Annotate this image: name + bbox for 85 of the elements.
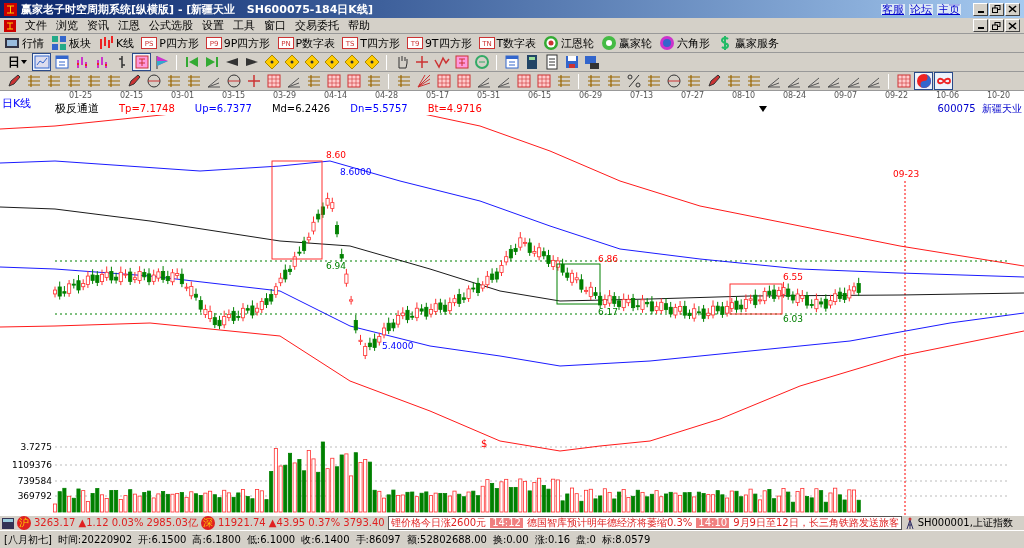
date-label: 03-29 <box>272 91 297 101</box>
menu-item[interactable]: 文件 <box>25 20 47 31</box>
axis-label: 3.7275 <box>20 442 52 452</box>
price-label: 5.4000 <box>382 341 414 351</box>
price-label: 8.60 <box>326 150 347 160</box>
header-link[interactable]: 论坛 <box>909 3 933 15</box>
date-label: 02-15 <box>119 91 144 101</box>
price-label: 6.03 <box>783 314 804 324</box>
indicator-name: 极反通道 <box>55 103 99 114</box>
axis-label: 1109376 <box>11 460 52 470</box>
price-label: $ <box>481 438 488 449</box>
date-label: 09-22 <box>884 91 909 101</box>
date-label: 10-20 <box>986 91 1011 101</box>
menu-item[interactable]: 江恩 <box>118 20 140 31</box>
market-badge: 深 <box>200 516 215 530</box>
indicator-value: Bt=4.9716 <box>427 103 482 114</box>
status-field: 涨:0.16 <box>534 534 571 545</box>
price-label: 6.86 <box>598 254 619 264</box>
date-label: 05-31 <box>476 91 501 101</box>
date-label: 01-25 <box>68 91 93 101</box>
index-name: SH000001,上证指数 <box>917 518 1013 528</box>
status-field: 高:6.1800 <box>192 534 241 545</box>
toolbar-button[interactable]: 赢家轮 <box>601 35 653 51</box>
date-label: 07-27 <box>680 91 705 101</box>
status-field: 时间:20220902 <box>57 534 133 545</box>
window-title: 赢家老子时空周期系统[纵横版] - [新疆天业 SH600075-184日K线] <box>21 3 373 15</box>
status-field: [八月初七] <box>4 534 52 545</box>
status-field: 盘:0 <box>576 534 596 545</box>
menu-item[interactable]: 资讯 <box>87 20 109 31</box>
axis-label: 739584 <box>17 476 52 486</box>
date-label: 04-14 <box>323 91 348 101</box>
news-headline[interactable]: 德国智库预计明年德经济将萎缩0.3% <box>526 517 693 529</box>
date-label: 10-06 <box>935 91 960 101</box>
news-headline[interactable]: 锂价格今日涨2600元 <box>390 517 487 529</box>
status-field: 手:86097 <box>355 534 401 545</box>
date-label: 08-10 <box>731 91 756 101</box>
axis-label: 369792 <box>17 491 52 501</box>
status-field: 开:6.1500 <box>138 534 187 545</box>
date-label: 04-28 <box>374 91 399 101</box>
indicator-value: Dn=5.5757 <box>350 103 408 114</box>
indicator-value: Tp=7.1748 <box>119 103 175 114</box>
date-label: 06-29 <box>578 91 603 101</box>
index-quote: 3263.17 ▲1.12 0.03% 2985.03亿 <box>34 516 198 530</box>
toolbar-button[interactable]: K线 <box>98 35 135 51</box>
price-label: 8.6000 <box>340 167 372 177</box>
price-label: 6.55 <box>783 272 804 282</box>
menu-item[interactable]: 浏览 <box>56 20 78 31</box>
menu-item[interactable]: 工具 <box>233 20 255 31</box>
date-label: 05-17 <box>425 91 450 101</box>
toolbar-button[interactable]: 赢家服务 <box>717 35 780 51</box>
date-label: 03-15 <box>221 91 246 101</box>
status-field: 标:8.0579 <box>601 534 651 545</box>
status-field: 换:0.00 <box>492 534 529 545</box>
toolbar-button[interactable]: 行情 <box>4 35 44 51</box>
toolbar-button[interactable]: 六角形 <box>659 35 711 51</box>
toolbar-button[interactable]: 板块 <box>51 35 91 51</box>
menu-item[interactable]: 窗口 <box>264 20 286 31</box>
period-label: 日K线 <box>1 96 33 112</box>
menu-item[interactable]: 公式选股 <box>149 20 193 31</box>
date-label: 08-24 <box>782 91 807 101</box>
indicator-value: Up=6.7377 <box>194 103 252 114</box>
market-badge: 沪 <box>17 516 31 530</box>
price-label: 09-23 <box>893 169 920 179</box>
news-time: 14:12 <box>490 518 523 528</box>
date-label: 03-01 <box>170 91 195 101</box>
menu-item[interactable]: 帮助 <box>348 20 370 31</box>
header-link[interactable]: 主页 <box>937 3 961 15</box>
date-label: 07-13 <box>629 91 654 101</box>
news-time: 14:10 <box>696 518 730 528</box>
status-field: 低:6.1000 <box>246 534 296 545</box>
header-link[interactable]: 客服 <box>881 3 905 15</box>
news-headline[interactable]: 9月9日至12日，长三角铁路发送旅客 <box>733 517 899 529</box>
menu-item[interactable]: 设置 <box>202 20 224 31</box>
price-label: 6.94 <box>326 261 347 271</box>
status-field: 额:52802688.00 <box>406 534 487 545</box>
stock-name: 600075 新疆天业 <box>937 103 1023 114</box>
index-quote: 11921.74 ▲43.95 0.37% 3793.40 <box>217 516 385 530</box>
status-field: 收:6.1400 <box>301 534 350 545</box>
period-dropdown[interactable]: 日 <box>4 56 31 68</box>
price-label: 6.17 <box>598 307 619 317</box>
indicator-value: Md=6.2426 <box>271 103 331 114</box>
toolbar-button[interactable]: 江恩轮 <box>543 35 595 51</box>
menu-item[interactable]: 交易委托 <box>295 20 339 31</box>
date-label: 06-15 <box>527 91 552 101</box>
date-label: 09-07 <box>833 91 858 101</box>
